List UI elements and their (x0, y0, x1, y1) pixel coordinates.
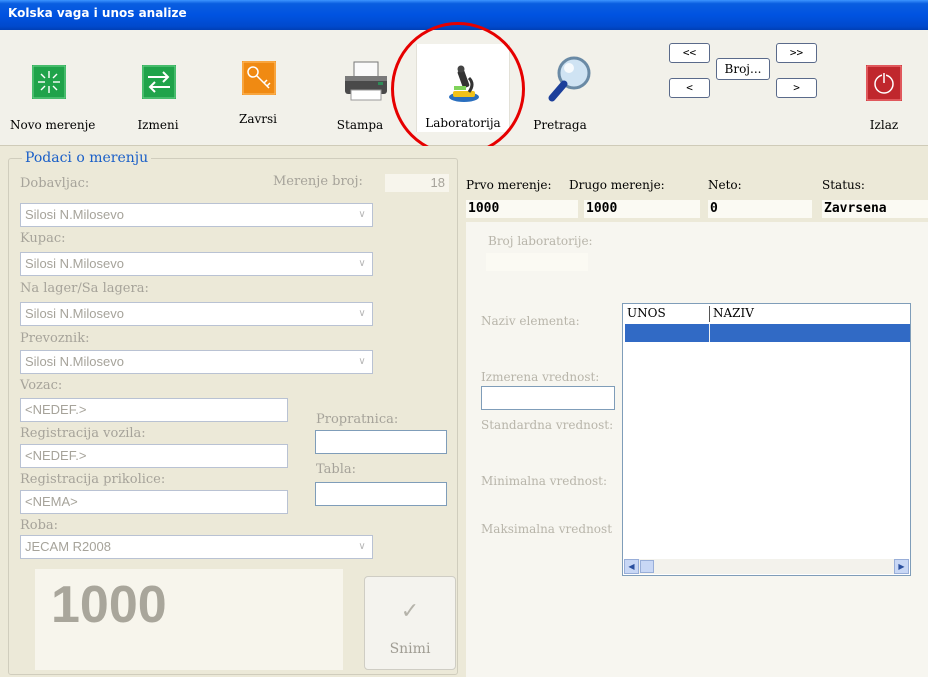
column-separator (709, 306, 710, 322)
new-measurement-button[interactable]: Novo merenje (10, 60, 96, 132)
second-measurement-label: Drugo merenje: (569, 178, 665, 192)
buyer-combo[interactable]: Silosi N.Milosevo ∨ (20, 252, 373, 276)
carrier-combo-value: Silosi N.Milosevo (25, 354, 124, 369)
element-name-label: Naziv elementa: (481, 314, 580, 328)
status-value: Zavrsena (822, 200, 928, 218)
storage-label: Na lager/Sa lagera: (20, 281, 149, 296)
edit-label: Izmeni (137, 118, 179, 132)
storage-combo-value: Silosi N.Milosevo (25, 306, 124, 321)
carrier-label: Prevoznik: (20, 331, 90, 346)
nav-previous-button[interactable]: < (669, 78, 710, 98)
new-icon (32, 65, 66, 99)
scrollbar-thumb[interactable] (640, 560, 654, 573)
chevron-down-icon: ∨ (358, 209, 366, 220)
grid-header: UNOS NAZIV (623, 304, 910, 324)
search-button[interactable]: Pretraga (528, 56, 592, 132)
plate-field[interactable] (315, 482, 447, 506)
power-icon (866, 65, 902, 101)
status-label: Status: (822, 178, 865, 192)
plate-label: Tabla: (316, 462, 357, 477)
key-icon (242, 61, 276, 95)
vehicle-registration-label: Registracija vozila: (20, 426, 146, 441)
nav-number-button[interactable]: Broj... (716, 58, 770, 80)
chevron-down-icon: ∨ (358, 308, 366, 319)
vehicle-registration-field[interactable]: <NEDEF.> (20, 444, 288, 468)
supplier-combo-value: Silosi N.Milosevo (25, 207, 124, 222)
measurement-number-label: Merenje broj: (273, 174, 363, 189)
main-content: Podaci o merenju Dobavljac: Merenje broj… (0, 146, 928, 677)
table-row[interactable] (625, 324, 910, 342)
application-window: Kolska vaga i unos analize Novo merenje (0, 0, 928, 677)
goods-combo[interactable]: JECAM R2008 ∨ (20, 535, 373, 559)
trailer-registration-label: Registracija prikolice: (20, 472, 166, 487)
lab-number-label: Broj laboratorije: (488, 234, 593, 248)
second-measurement-value: 1000 (584, 200, 700, 218)
first-measurement-value: 1000 (466, 200, 578, 218)
buyer-label: Kupac: (20, 231, 66, 246)
net-value: 0 (708, 200, 812, 218)
minimum-value-label: Minimalna vrednost: (481, 474, 608, 488)
save-button[interactable]: ✓ Snimi (364, 576, 456, 670)
buyer-combo-value: Silosi N.Milosevo (25, 256, 124, 271)
goods-combo-value: JECAM R2008 (25, 539, 111, 554)
nav-last-button[interactable]: >> (776, 43, 817, 63)
maximum-value-label: Maksimalna vrednost (481, 522, 613, 536)
chevron-down-icon: ∨ (358, 258, 366, 269)
finish-button[interactable]: Zavrsi (230, 60, 286, 132)
goods-label: Roba: (20, 518, 59, 533)
supplier-label: Dobavljac: (20, 176, 90, 191)
edit-button[interactable]: Izmeni (128, 60, 188, 132)
grid-column-naziv[interactable]: NAZIV (713, 306, 754, 320)
driver-label: Vozac: (20, 378, 63, 393)
print-button[interactable]: Stampa (328, 60, 392, 132)
first-measurement-label: Prvo merenje: (466, 178, 552, 192)
supplier-combo[interactable]: Silosi N.Milosevo ∨ (20, 203, 373, 227)
nav-first-button[interactable]: << (669, 43, 710, 63)
measurement-number-field: 18 (385, 174, 449, 192)
highlight-annotation-circle (391, 22, 525, 156)
weight-display-panel: 1000 (35, 569, 343, 670)
delivery-note-label: Propratnica: (316, 412, 399, 427)
exit-button[interactable]: Izlaz (854, 60, 914, 132)
trailer-registration-field[interactable]: <NEMA> (20, 490, 288, 514)
delivery-note-field[interactable] (315, 430, 447, 454)
net-label: Neto: (708, 178, 742, 192)
lab-number-field (486, 253, 588, 271)
weight-display: 1000 (51, 576, 167, 634)
chevron-down-icon: ∨ (358, 356, 366, 367)
row-separator (709, 324, 710, 342)
print-label: Stampa (336, 118, 384, 132)
measured-value-label: Izmerena vrednost: (481, 370, 600, 384)
driver-field[interactable]: <NEDEF.> (20, 398, 288, 422)
chevron-down-icon: ∨ (358, 541, 366, 552)
new-measurement-label: Novo merenje (10, 118, 96, 132)
standard-value-label: Standardna vrednost: (481, 418, 614, 432)
measured-value-field[interactable] (481, 386, 615, 410)
horizontal-scrollbar[interactable]: ◀ ▶ (624, 559, 909, 574)
magnifier-icon (548, 56, 591, 102)
scroll-right-icon[interactable]: ▶ (894, 559, 909, 574)
exit-label: Izlaz (869, 118, 899, 132)
save-label: Snimi (389, 641, 431, 657)
grid-column-unos[interactable]: UNOS (627, 306, 666, 320)
finish-label: Zavrsi (238, 112, 277, 126)
scroll-left-icon[interactable]: ◀ (624, 559, 639, 574)
nav-next-button[interactable]: > (776, 78, 817, 98)
storage-combo[interactable]: Silosi N.Milosevo ∨ (20, 302, 373, 326)
swap-arrows-icon (142, 65, 176, 99)
printer-icon (345, 61, 387, 101)
carrier-combo[interactable]: Silosi N.Milosevo ∨ (20, 350, 373, 374)
checkmark-icon: ✓ (400, 599, 420, 624)
group-title: Podaci o merenju (22, 150, 152, 166)
analysis-grid[interactable]: UNOS NAZIV ◀ ▶ (622, 303, 911, 576)
search-label: Pretraga (533, 118, 587, 132)
window-title: Kolska vaga i unos analize (8, 6, 187, 20)
